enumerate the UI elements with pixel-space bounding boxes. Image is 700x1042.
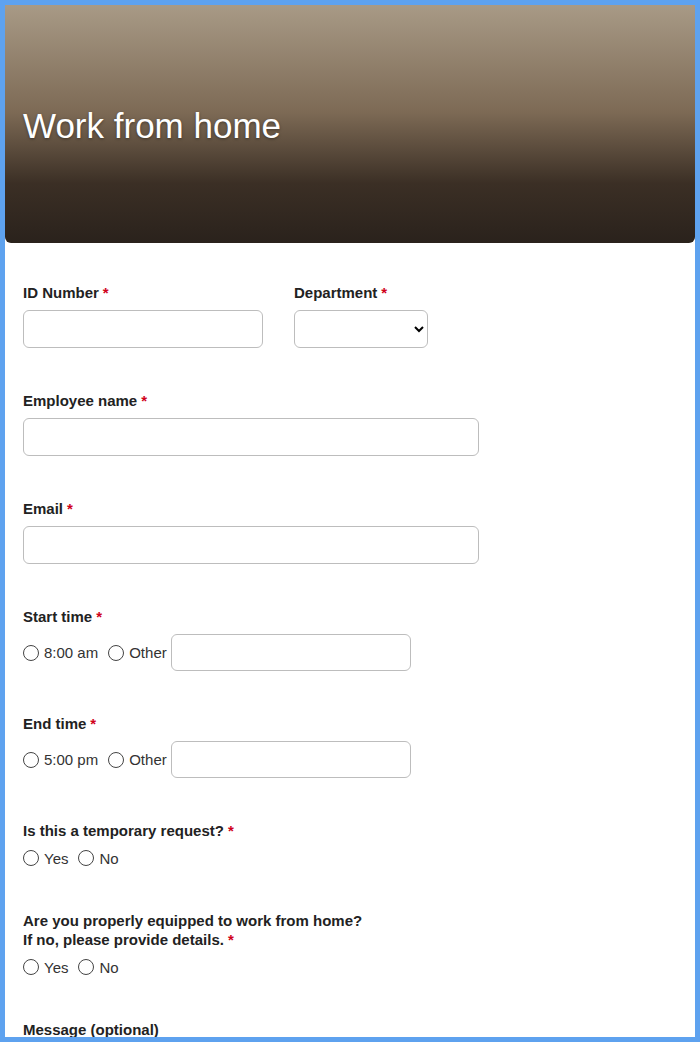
form-row: End time* 5:00 pm Other [23, 714, 677, 778]
field-label: Employee name* [23, 391, 479, 410]
required-mark: * [103, 284, 109, 301]
radio-button[interactable] [23, 645, 39, 661]
required-mark: * [228, 931, 234, 948]
required-mark: * [96, 608, 102, 625]
form-frame: Work from home ID Number* Department* Emplo… [0, 0, 700, 1042]
form-field: Employee name* [23, 391, 479, 456]
form-title: Work from home [23, 102, 281, 146]
form-field: ID Number* [23, 283, 263, 348]
form-field: Department* [294, 283, 428, 348]
field-label: Is this a temporary request?* [23, 821, 234, 840]
radio-group: 8:00 am Other [23, 634, 411, 671]
radio-option[interactable]: No [78, 850, 118, 867]
form-row: Are you properly equipped to work from h… [23, 911, 677, 977]
radio-group: Yes No [23, 848, 234, 868]
text-input[interactable] [23, 418, 479, 456]
required-mark: * [381, 284, 387, 301]
field-label: Start time* [23, 607, 411, 626]
radio-option[interactable]: No [78, 959, 118, 976]
radio-group: 5:00 pm Other [23, 741, 411, 778]
radio-group: Yes No [23, 957, 362, 977]
form-field: Are you properly equipped to work from h… [23, 911, 362, 977]
radio-option[interactable]: Yes [23, 850, 68, 867]
form-field: End time* 5:00 pm Other [23, 714, 411, 778]
other-input[interactable] [171, 634, 411, 671]
form-field: Message (optional) [23, 1020, 474, 1042]
field-label: Are you properly equipped to work from h… [23, 911, 362, 949]
required-mark: * [90, 715, 96, 732]
form-field: Is this a temporary request?* Yes No [23, 821, 234, 868]
form-row: Employee name* [23, 391, 677, 456]
field-label: Message (optional) [23, 1020, 474, 1039]
radio-option[interactable]: Yes [23, 959, 68, 976]
radio-button[interactable] [23, 959, 39, 975]
form-row: Email* [23, 499, 677, 564]
radio-button[interactable] [108, 645, 124, 661]
required-mark: * [141, 392, 147, 409]
field-label: End time* [23, 714, 411, 733]
form-row: Start time* 8:00 am Other [23, 607, 677, 671]
radio-option[interactable]: 8:00 am [23, 644, 98, 661]
text-input[interactable] [23, 526, 479, 564]
form-row: ID Number* Department* [23, 283, 677, 348]
form-row: Message (optional) [23, 1020, 677, 1042]
required-mark: * [67, 500, 73, 517]
field-label: Email* [23, 499, 479, 518]
radio-button[interactable] [78, 959, 94, 975]
radio-button[interactable] [78, 850, 94, 866]
text-input[interactable] [23, 310, 263, 348]
radio-option[interactable]: 5:00 pm [23, 751, 98, 768]
department-select[interactable] [294, 310, 428, 348]
radio-button[interactable] [23, 752, 39, 768]
required-mark: * [228, 822, 234, 839]
form-row: Is this a temporary request?* Yes No [23, 821, 677, 868]
field-label: Department* [294, 283, 428, 302]
radio-option[interactable]: Other [108, 751, 167, 768]
field-label: ID Number* [23, 283, 263, 302]
radio-button[interactable] [108, 752, 124, 768]
form: ID Number* Department* Employee name* Email… [5, 243, 695, 1042]
other-input[interactable] [171, 741, 411, 778]
radio-button[interactable] [23, 850, 39, 866]
form-field: Email* [23, 499, 479, 564]
form-field: Start time* 8:00 am Other [23, 607, 411, 671]
radio-option[interactable]: Other [108, 644, 167, 661]
header-banner: Work from home [5, 5, 695, 243]
